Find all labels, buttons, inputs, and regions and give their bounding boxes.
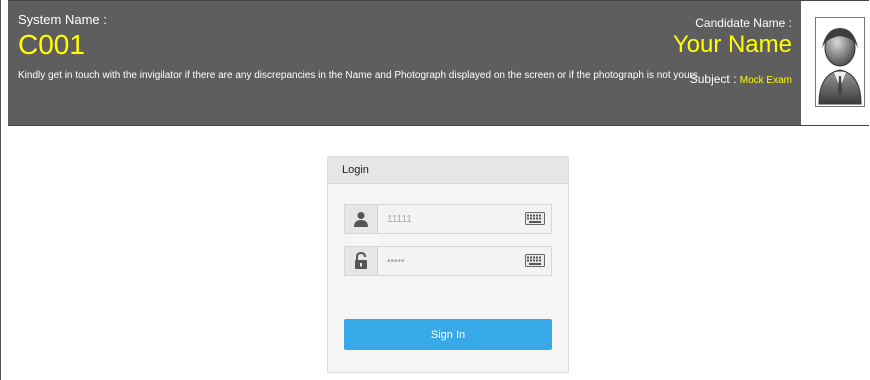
avatar-icon <box>818 28 862 105</box>
username-field[interactable] <box>344 204 552 234</box>
subject-value: Mock Exam <box>739 75 792 86</box>
keyboard-icon[interactable] <box>525 254 545 267</box>
login-panel: Login 11111 ••••• Sign In <box>327 156 569 373</box>
subject-label: Subject : <box>689 72 737 86</box>
system-name-label: System Name : <box>18 12 107 27</box>
sign-in-button[interactable]: Sign In <box>344 319 552 350</box>
keyboard-icon[interactable] <box>525 212 545 225</box>
photo-area <box>801 1 869 125</box>
user-icon <box>345 205 378 233</box>
subject-line: Subject : Mock Exam <box>690 72 792 86</box>
candidate-name-value: Your Name <box>672 31 792 58</box>
password-input[interactable] <box>385 252 519 270</box>
lock-icon <box>345 247 378 275</box>
username-input[interactable] <box>385 210 519 228</box>
candidate-photo <box>815 17 865 107</box>
system-name-value: C001 <box>18 29 85 60</box>
password-field[interactable] <box>344 246 552 276</box>
login-title: Login <box>328 157 568 184</box>
candidate-name-label: Candidate Name : <box>695 16 792 30</box>
discrepancy-notice: Kindly get in touch with the invigilator… <box>18 70 698 81</box>
candidate-header: System Name : C001 Kindly get in touch w… <box>8 0 869 126</box>
